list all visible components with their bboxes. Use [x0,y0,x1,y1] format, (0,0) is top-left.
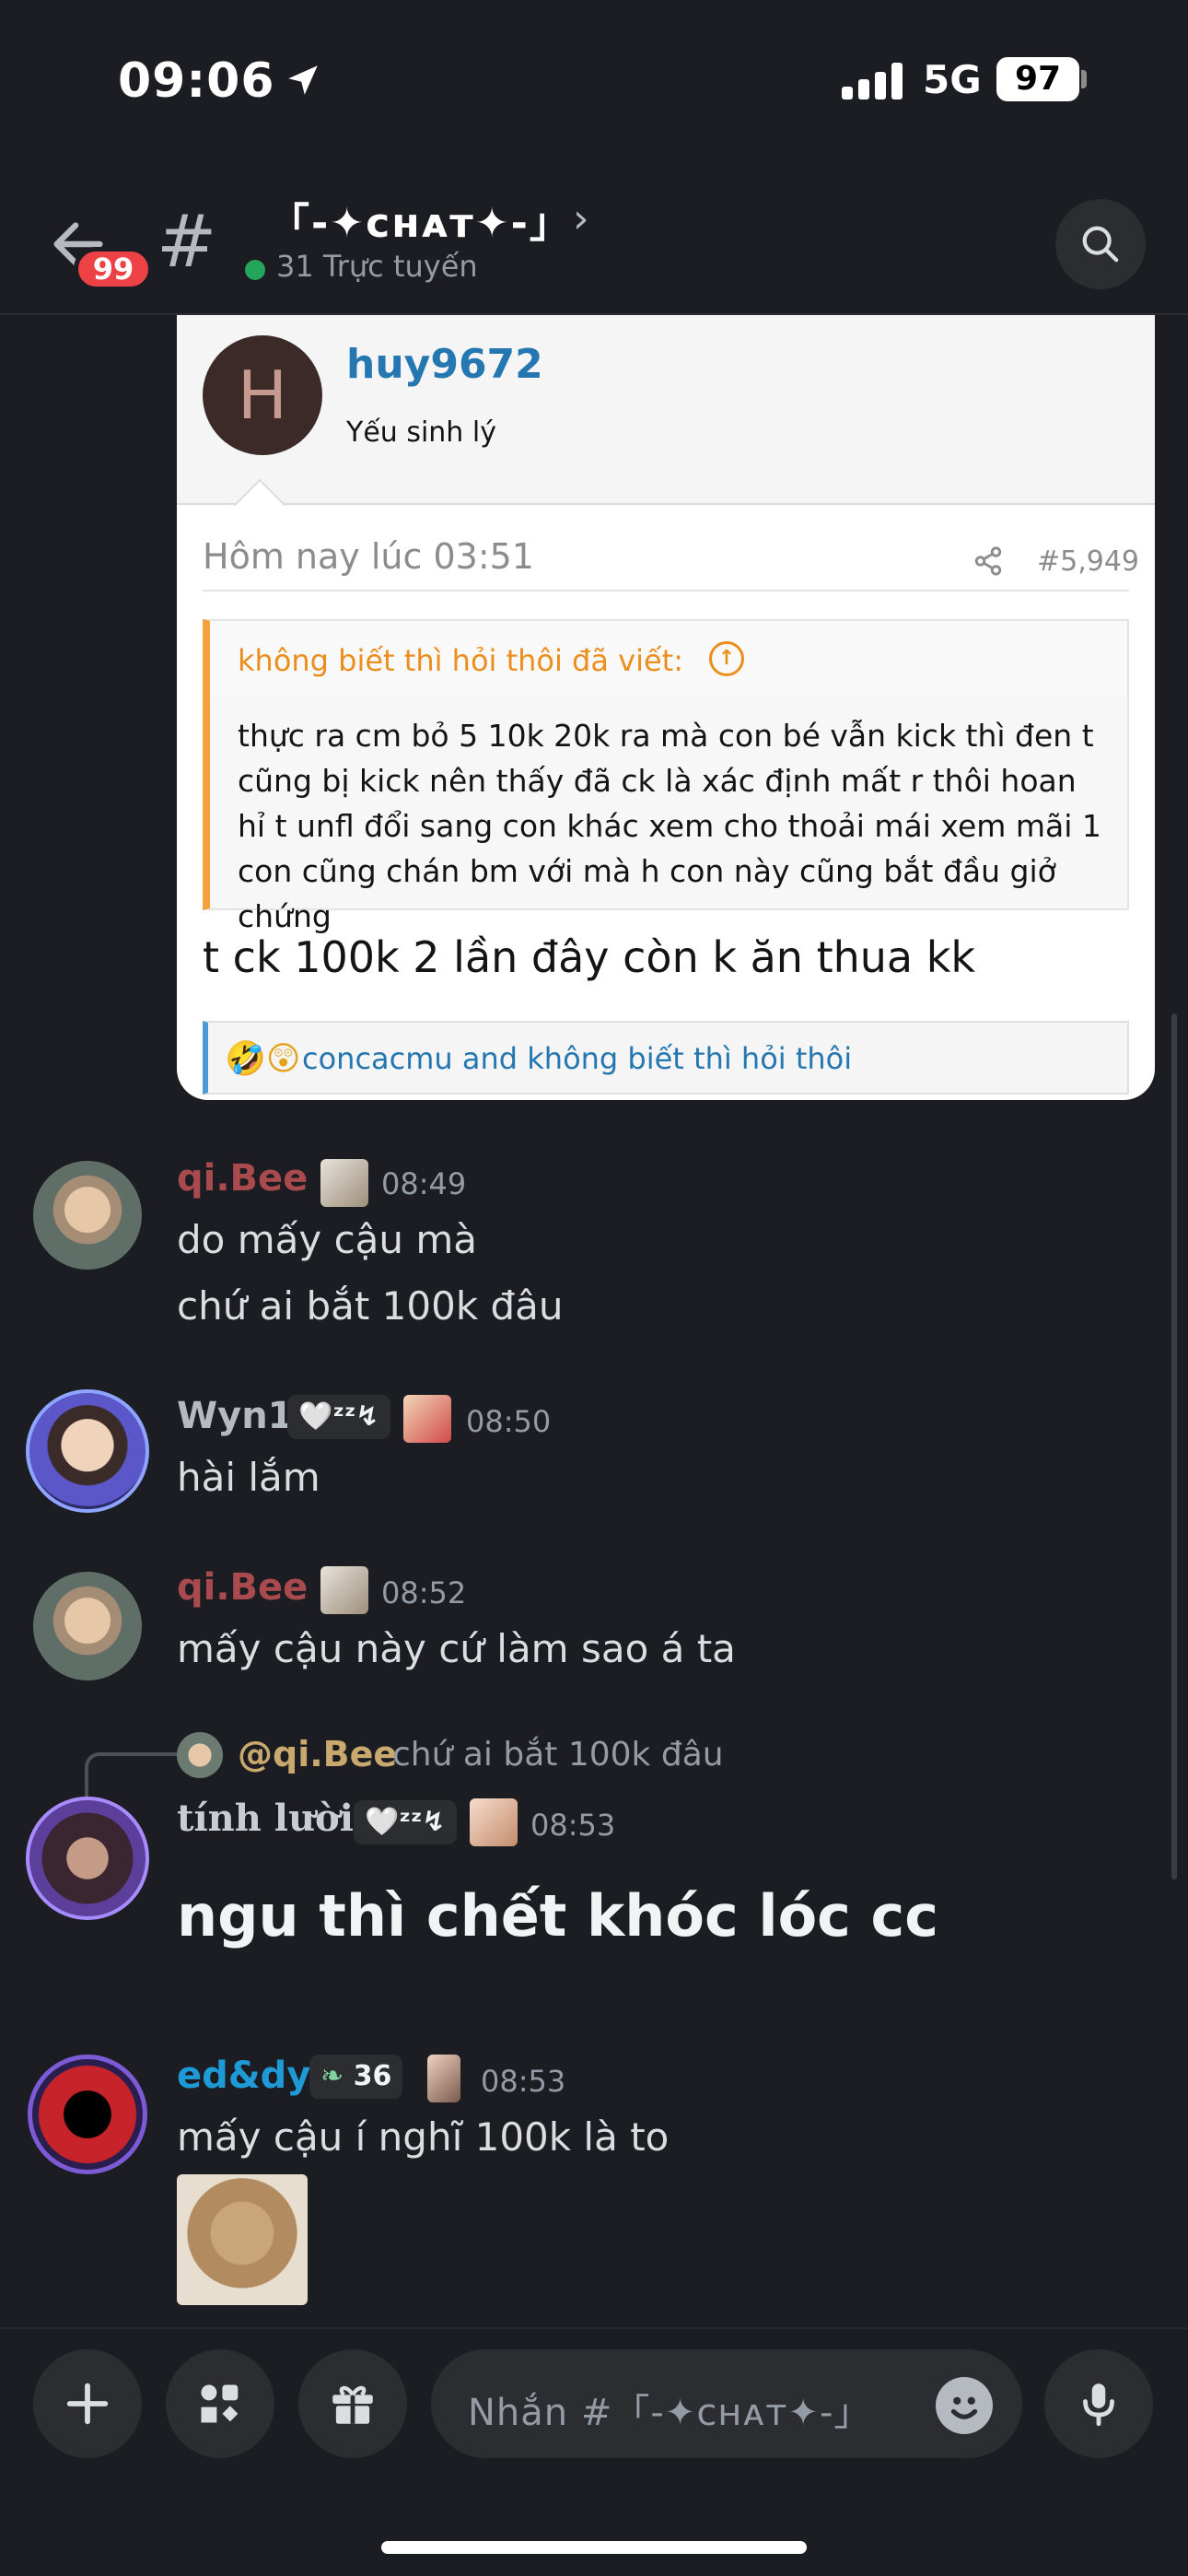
status-time: 09:06 [118,53,275,109]
search-icon [1082,226,1119,263]
quote-header: không biết thì hỏi thôi đã viết: ↑ [210,621,1127,697]
attached-image[interactable] [177,2174,308,2305]
embed-username: huy9672 [346,341,543,388]
user-tag: ❧ 36 [309,2055,403,2099]
reply-username[interactable]: @qi.Bee [238,1734,397,1774]
embed-quote: không biết thì hỏi thôi đã viết: ↑ thực … [203,619,1129,934]
user-tag: 🤍ᶻᶻ↯ [354,1800,457,1844]
user-tag: 🤍ᶻᶻ↯ [287,1395,390,1439]
message-text: ngu thì chết khóc lóc cc [177,1882,939,1950]
timestamp: 08:49 [381,1166,467,1201]
channel-header: 99 # 「-✦ᴄʜᴀᴛ✦-」 › 31 Trực tuyến [0,157,1188,315]
status-bar: 09:06 5G 97 [0,0,1188,157]
avatar[interactable] [33,1161,142,1270]
reaction-users: concacmu and không biết thì hỏi thôi [302,1041,853,1076]
search-button[interactable] [1055,199,1146,289]
network-type: 5G [923,57,982,102]
username[interactable]: tính lười [177,1797,354,1840]
channel-name[interactable]: 「-✦ᴄʜᴀᴛ✦-」 [269,190,572,249]
apps-button[interactable] [166,2349,274,2458]
embed-post-number: #5,949 [1037,545,1140,578]
reply-snippet[interactable]: chứ ai bắt 100k đâu [392,1736,724,1774]
user-sticker [403,1395,451,1443]
username[interactable]: qi.Bee [177,1566,308,1609]
message-text: mấy cậu này cứ làm sao á ta [177,1626,736,1671]
avatar[interactable] [26,1797,149,1920]
plus-icon [66,2383,109,2425]
signal-icon [842,61,906,100]
user-sticker [470,1798,518,1846]
share-icon [974,546,1002,576]
message-text: mấy cậu í nghĩ 100k là to [177,2114,670,2160]
gift-icon [332,2385,373,2424]
chevron-right-icon[interactable]: › [573,195,589,242]
battery-tip [1081,70,1087,88]
unread-badge: 99 [74,247,153,291]
message-input[interactable]: Nhắn #「-✦ᴄʜᴀᴛ✦-」 [431,2349,1022,2458]
emoji-icon[interactable] [936,2377,993,2434]
reaction-emojis: 🤣😲 [225,1040,301,1078]
message-text: hài lắm [177,1455,320,1500]
message-text: do mấy cậu mà [177,1217,478,1262]
embed-user-bar: H huy9672 Yếu sinh lý [177,315,1155,505]
avatar[interactable] [33,1572,142,1680]
quote-body: thực ra cm bỏ 5 10k 20k ra mà con bé vẫn… [238,718,1101,934]
apps-icon [201,2384,239,2423]
username[interactable]: qi.Bee [177,1157,308,1200]
user-sticker [320,1566,368,1614]
gift-button[interactable] [298,2349,407,2458]
timestamp: 08:53 [481,2064,566,2099]
timestamp: 08:50 [466,1404,552,1439]
user-sticker [427,2055,460,2102]
embed-divider [203,590,1129,591]
arrow-up-circle-icon: ↑ [709,641,744,676]
battery-level: 97 [996,57,1079,101]
timestamp: 08:52 [381,1575,467,1610]
online-count: 31 Trực tuyến [276,249,478,284]
location-arrow-icon [288,65,318,95]
embed-reactions: 🤣😲 concacmu and không biết thì hỏi thôi [203,1021,1129,1095]
timestamp: 08:53 [530,1808,616,1843]
microphone-icon [1083,2383,1114,2427]
forum-embed-image[interactable]: H huy9672 Yếu sinh lý Hôm nay lúc 03:51 … [177,315,1155,1100]
embed-avatar: H [203,335,322,455]
hash-icon: # [157,201,217,284]
online-dot [245,260,265,280]
avatar[interactable] [28,2055,147,2174]
embed-user-title: Yếu sinh lý [346,416,496,449]
username[interactable]: Wyn1 [177,1395,294,1437]
voice-button[interactable] [1044,2349,1153,2458]
leaf-icon: ❧ [320,2060,354,2092]
scrollbar[interactable] [1171,1013,1177,1879]
username[interactable]: ed&dy [177,2055,310,2097]
embed-date: Hôm nay lúc 03:51 [203,536,534,577]
message-text: chứ ai bắt 100k đâu [177,1283,564,1329]
message-input-placeholder: Nhắn #「-✦ᴄʜᴀᴛ✦-」 [468,2392,872,2434]
home-indicator[interactable] [381,2541,807,2554]
avatar[interactable] [26,1389,149,1513]
message-composer: Nhắn #「-✦ᴄʜᴀᴛ✦-」 [0,2327,1188,2576]
reply-avatar [177,1732,223,1778]
embed-reply-text: t ck 100k 2 lần đây còn k ăn thua kk [203,932,976,982]
quote-author: không biết thì hỏi thôi đã viết: [238,643,683,678]
user-tag-count: 36 [353,2060,392,2092]
reply-connector [85,1752,177,1798]
add-button[interactable] [33,2349,142,2458]
user-sticker [320,1159,368,1207]
